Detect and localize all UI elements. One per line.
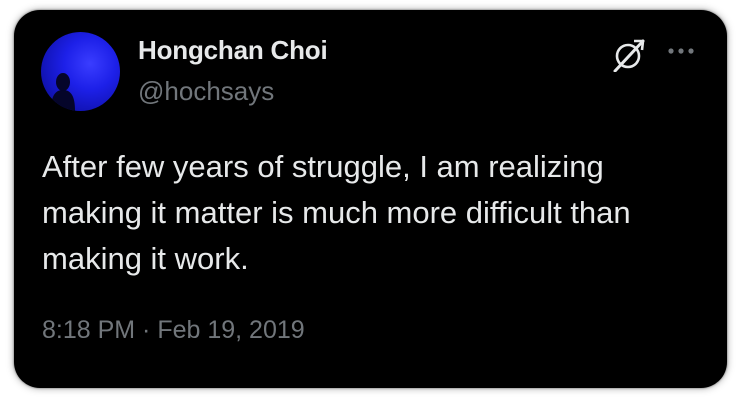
avatar-silhouette-icon — [51, 73, 75, 111]
author-handle[interactable]: @hochsays — [138, 76, 274, 107]
x-logo-icon[interactable] — [612, 38, 646, 72]
tweet-card[interactable]: Hongchan Choi @hochsays After few years … — [14, 10, 727, 388]
tweet-timestamp[interactable]: 8:18 PM · Feb 19, 2019 — [42, 316, 305, 345]
avatar[interactable] — [41, 32, 120, 111]
tweet-text: After few years of struggle, I am realiz… — [42, 149, 631, 276]
author-name[interactable]: Hongchan Choi — [138, 35, 328, 66]
more-options-icon[interactable] — [664, 36, 698, 66]
